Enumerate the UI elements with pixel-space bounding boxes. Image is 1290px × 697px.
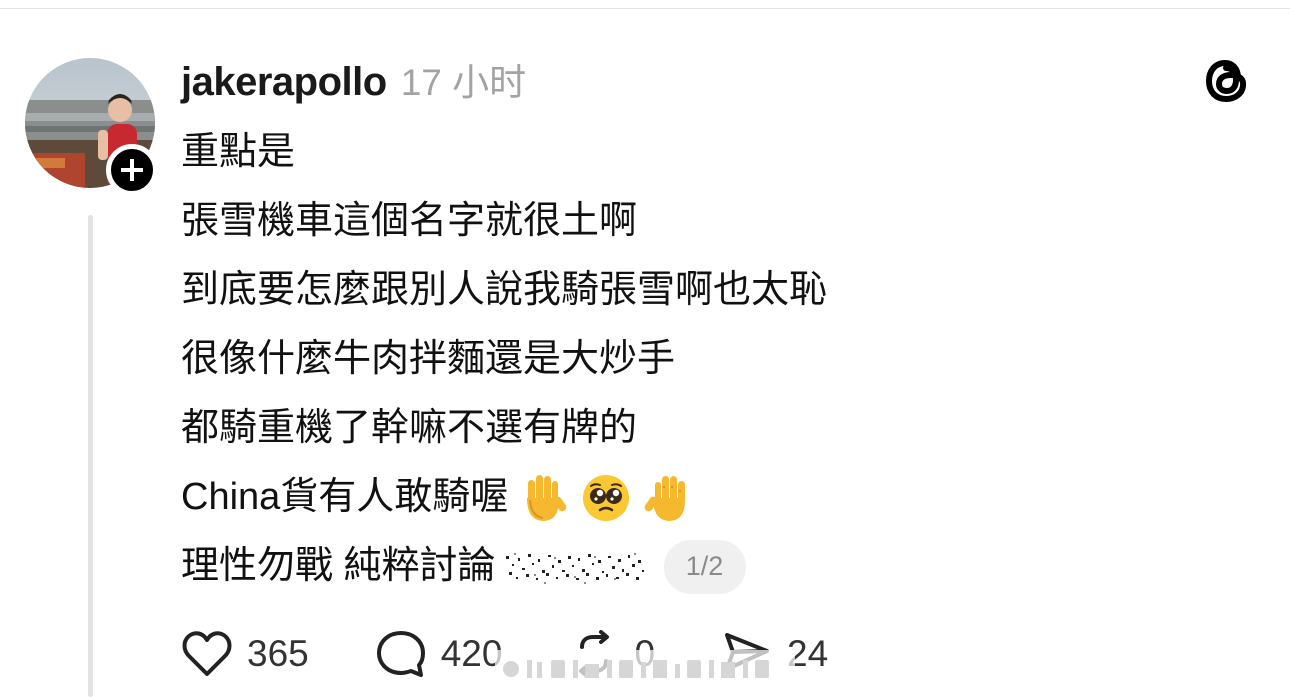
post-line: 張雪機車這個名字就很土啊 (181, 200, 638, 242)
censored-text (500, 544, 650, 590)
username[interactable]: jakerapollo (181, 60, 387, 105)
post-header: jakerapollo 17 小时 (181, 52, 526, 108)
pleading-face-icon (580, 472, 632, 524)
top-divider (0, 8, 1290, 9)
follow-button[interactable] (106, 144, 158, 196)
watermark-overlay (495, 650, 795, 688)
post-line: 很像什麼牛肉拌麵還是大炒手 (181, 338, 676, 380)
comment-count: 420 (440, 633, 503, 674)
post-line: 到底要怎麼跟別人說我騎張雪啊也太恥 (181, 269, 828, 311)
thread-line (88, 215, 93, 697)
timestamp: 17 小时 (400, 62, 527, 103)
raised-back-of-hand-icon (642, 472, 694, 524)
raised-hand-icon (518, 472, 570, 524)
like-count: 365 (247, 633, 309, 674)
comment-icon (376, 631, 425, 677)
post-line: 理性勿戰 純粹討論 1/2 (181, 532, 827, 601)
post-line: China貨有人敢騎喔 (181, 463, 827, 532)
comment-button[interactable]: 420 (375, 629, 503, 679)
page-indicator[interactable]: 1/2 (663, 539, 746, 594)
post-line: 重點是 (181, 131, 296, 173)
heart-icon (182, 631, 232, 676)
plus-icon (121, 159, 143, 181)
post-line: 都騎重機了幹嘛不選有牌的 (181, 407, 638, 449)
like-button[interactable]: 365 (181, 630, 309, 678)
post-body: 重點是 張雪機車這個名字就很土啊 到底要怎麼跟別人說我騎張雪啊也太恥 很像什麼牛… (181, 118, 827, 601)
threads-logo-icon[interactable] (1197, 52, 1255, 110)
